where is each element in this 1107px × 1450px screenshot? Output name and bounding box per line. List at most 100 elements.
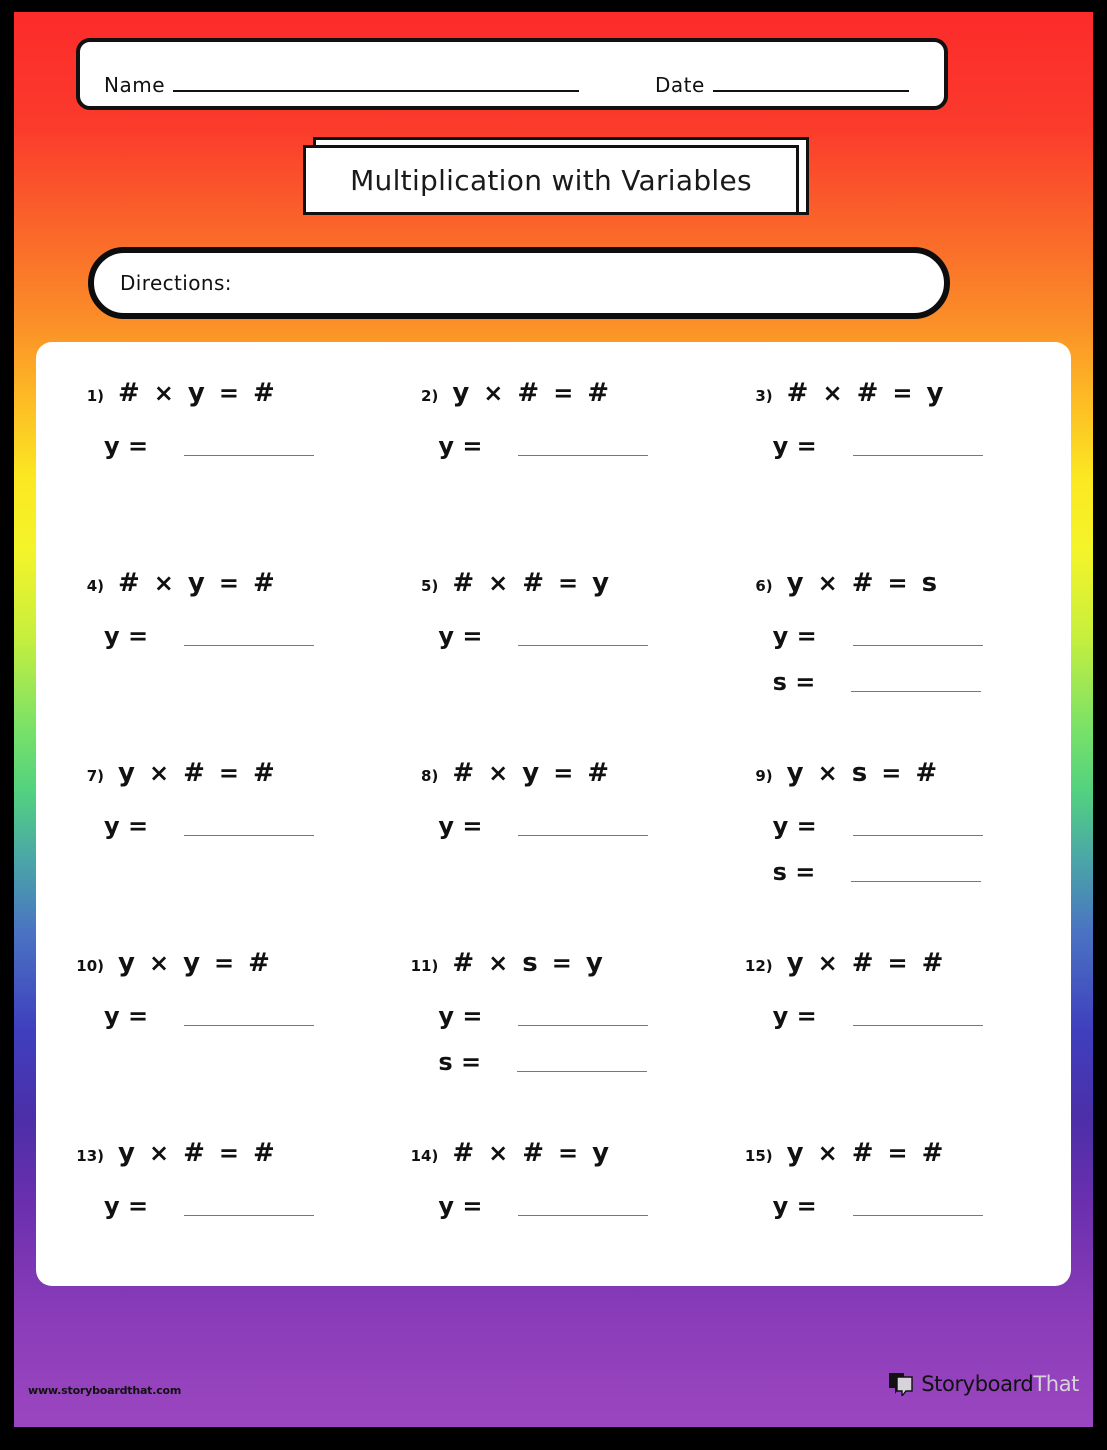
date-label: Date: [655, 73, 705, 97]
equation-term: y: [183, 948, 201, 978]
equation-term: #: [921, 1138, 944, 1168]
date-input-line[interactable]: [712, 90, 909, 92]
equation: 14) # × # = y: [410, 1140, 720, 1166]
equation: 9) y × s = #: [745, 760, 1055, 786]
equation-term: #: [786, 378, 809, 408]
multiply-sign: ×: [153, 569, 174, 597]
answer-row: y =: [745, 1002, 1055, 1030]
directions-box[interactable]: Directions:: [88, 247, 950, 319]
answer-label: y =: [104, 812, 149, 840]
equation-term: y: [118, 948, 135, 978]
answer-blank-line[interactable]: [852, 645, 983, 646]
name-input-line[interactable]: [173, 90, 580, 92]
storyboardthat-logo[interactable]: StoryboardThat: [888, 1372, 1079, 1398]
problem-number: 11): [410, 957, 439, 975]
equation: 5) # × # = y: [410, 570, 720, 596]
equation-term: #: [252, 758, 275, 788]
problem-number: 8): [421, 767, 439, 785]
equation-term: s: [921, 568, 938, 598]
answer-blank-line[interactable]: [852, 835, 983, 836]
answer-row: y =: [410, 812, 720, 840]
answer-blank-line[interactable]: [184, 645, 315, 646]
problems-card: 1) # × y = # y = 2) y × # = # y = 3) # × # = y y = 4) # × y = # y =…: [36, 342, 1071, 1286]
equation: 11) # × s = y: [410, 950, 720, 976]
footer-url[interactable]: www.storyboardthat.com: [28, 1384, 181, 1397]
multiply-sign: ×: [822, 379, 843, 407]
equation: 4) # × y = #: [76, 570, 386, 596]
answer-label: y =: [772, 622, 817, 650]
equation: 13) y × # = #: [76, 1140, 386, 1166]
answer-label: y =: [438, 1192, 483, 1220]
equals-sign: =: [214, 949, 235, 977]
problem-number: 4): [86, 577, 104, 595]
title-box: Multiplication with Variables: [303, 145, 799, 215]
worksheet-page: Name Date Multiplication with Variables …: [0, 0, 1107, 1450]
answer-row: y =: [745, 812, 1055, 840]
problem-number: 7): [86, 767, 104, 785]
problem-number: 15): [744, 1147, 773, 1165]
equation-term: y: [786, 568, 804, 598]
page-title: Multiplication with Variables: [350, 163, 752, 197]
equation-term: #: [452, 948, 475, 978]
problem-2: 2) y × # = # y =: [386, 368, 720, 558]
directions-label: Directions:: [120, 271, 232, 295]
equals-sign: =: [887, 1139, 908, 1167]
equation-term: y: [786, 1138, 804, 1168]
problem-9: 9) y × s = # y = s =: [721, 748, 1055, 938]
answer-blank-line[interactable]: [852, 1215, 983, 1216]
equation: 6) y × # = s: [745, 570, 1055, 596]
problem-12: 12) y × # = # y =: [721, 938, 1055, 1128]
answer-row: y =: [76, 1002, 386, 1030]
multiply-sign: ×: [483, 379, 504, 407]
problem-number: 12): [744, 957, 773, 975]
problem-grid: 1) # × y = # y = 2) y × # = # y = 3) # × # = y y = 4) # × y = # y =…: [36, 342, 1071, 1286]
answer-blank-line[interactable]: [518, 835, 649, 836]
multiply-sign: ×: [817, 1139, 838, 1167]
answer-blank-line[interactable]: [184, 1025, 315, 1026]
answer-label: y =: [772, 1192, 817, 1220]
answer-label: s =: [438, 1048, 482, 1076]
equation-term: #: [851, 948, 874, 978]
problem-number: 10): [76, 957, 104, 975]
equation-term: y: [187, 378, 205, 408]
equation: 3) # × # = y: [745, 380, 1055, 406]
multiply-sign: ×: [148, 949, 170, 977]
equation-term: y: [585, 948, 603, 978]
answer-blank-line[interactable]: [517, 1071, 648, 1072]
equation: 1) # × y = #: [76, 380, 386, 406]
answer-blank-line[interactable]: [518, 645, 649, 646]
equation-term: y: [786, 948, 804, 978]
equation-term: #: [118, 378, 140, 408]
answer-label: s =: [772, 858, 816, 886]
equation-term: y: [786, 758, 804, 788]
answer-blank-line[interactable]: [852, 455, 983, 456]
answer-blank-line[interactable]: [518, 1215, 649, 1216]
equation-term: y: [187, 568, 205, 598]
answer-label: y =: [104, 1192, 149, 1220]
answer-blank-line[interactable]: [852, 1025, 983, 1026]
answer-row: y =: [410, 432, 720, 460]
answer-blank-line[interactable]: [518, 455, 649, 456]
equals-sign: =: [553, 379, 574, 407]
name-label: Name: [104, 73, 166, 97]
equation-term: #: [183, 758, 205, 788]
name-date-fields: Name Date: [80, 51, 944, 97]
answer-blank-line[interactable]: [518, 1025, 649, 1026]
equals-sign: =: [218, 759, 239, 787]
equals-sign: =: [892, 379, 913, 407]
equation-term: #: [183, 1138, 205, 1168]
equation-term: #: [851, 1138, 874, 1168]
equation-term: #: [856, 378, 879, 408]
answer-blank-line[interactable]: [184, 835, 315, 836]
speech-bubble-icon: [888, 1372, 914, 1398]
equation-term: #: [522, 568, 545, 598]
answer-blank-line[interactable]: [184, 455, 315, 456]
answer-blank-line[interactable]: [851, 881, 982, 882]
answer-label: y =: [772, 812, 817, 840]
multiply-sign: ×: [488, 569, 509, 597]
answer-blank-line[interactable]: [851, 691, 982, 692]
equation-term: #: [915, 758, 938, 788]
answer-blank-line[interactable]: [184, 1215, 315, 1216]
multiply-sign: ×: [488, 759, 509, 787]
equation-term: #: [252, 1138, 275, 1168]
